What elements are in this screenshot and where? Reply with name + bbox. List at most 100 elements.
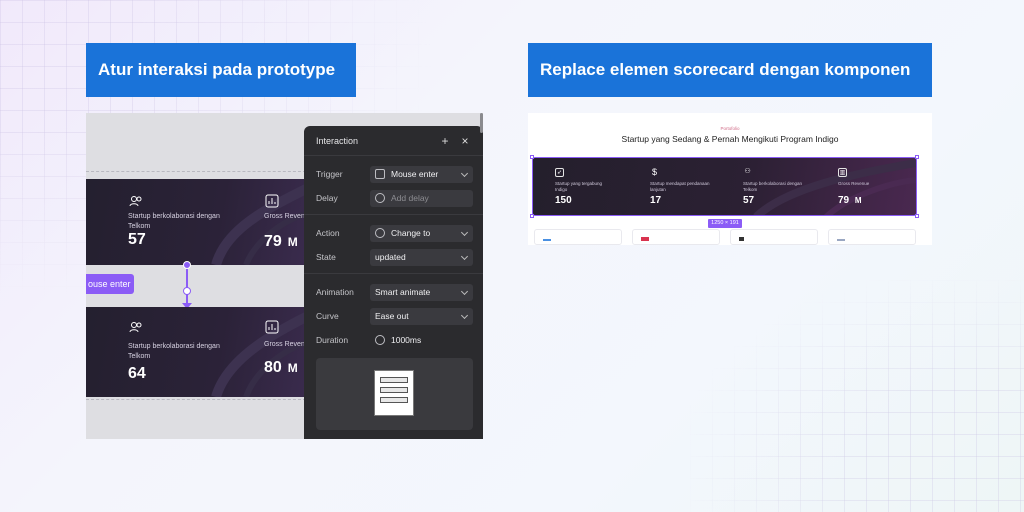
add-connection-icon[interactable] bbox=[183, 287, 191, 295]
chevron-down-icon bbox=[460, 228, 469, 236]
revenue-unit: M bbox=[287, 235, 298, 249]
logo-icon bbox=[641, 237, 649, 241]
section-title: Startup yang Sedang & Pernah Mengikuti P… bbox=[621, 134, 839, 144]
users-icon: ⚇ bbox=[744, 168, 751, 175]
action-value: Change to bbox=[391, 228, 431, 238]
score-item: ➶ Startup yang tergabung Indigo 150 bbox=[555, 168, 615, 206]
chart-icon: ▥ bbox=[838, 168, 847, 177]
duration-value: 1000ms bbox=[391, 335, 422, 345]
curve-select[interactable]: Ease out bbox=[370, 307, 473, 325]
score-label: Startup mendapat pendanaan lanjutan bbox=[650, 181, 710, 192]
score-item: ▥ Gross Revenue 79 M bbox=[838, 168, 898, 206]
animation-section: Animation Smart animate Curve Ease out D… bbox=[304, 274, 483, 434]
card-value-revenue: 80 M bbox=[264, 359, 298, 377]
banner-left: Atur interaksi pada prototype bbox=[86, 43, 356, 97]
chevron-down-icon bbox=[460, 169, 469, 177]
design-canvas: Portofolio Startup yang Sedang & Pernah … bbox=[528, 113, 932, 245]
interaction-panel: Interaction + × Trigger Mouse enter Dela… bbox=[304, 126, 483, 439]
score-item: $ Startup mendapat pendanaan lanjutan 17 bbox=[650, 168, 710, 207]
duration-label: Duration bbox=[316, 335, 349, 345]
state-select[interactable]: updated bbox=[370, 248, 473, 266]
delay-label: Delay bbox=[316, 193, 338, 203]
state-row: State updated bbox=[304, 245, 483, 269]
card-value-revenue: 79 M bbox=[264, 233, 298, 251]
chart-icon bbox=[265, 320, 279, 334]
preview-bar bbox=[380, 377, 408, 383]
animation-preview bbox=[316, 358, 473, 430]
delay-placeholder: Add delay bbox=[391, 193, 429, 203]
action-row: Action Change to bbox=[304, 221, 483, 245]
users-icon bbox=[129, 196, 142, 207]
swap-icon bbox=[375, 228, 385, 238]
card-label: Startup berkolaborasi dengan Telkom bbox=[128, 343, 220, 360]
curve-value: Ease out bbox=[375, 311, 409, 321]
resize-handle[interactable] bbox=[530, 155, 534, 159]
connector-start-dot[interactable] bbox=[183, 261, 191, 269]
action-select[interactable]: Change to bbox=[370, 224, 473, 242]
portfolio-card[interactable] bbox=[632, 229, 720, 245]
portfolio-card[interactable] bbox=[828, 229, 916, 245]
action-label: Action bbox=[316, 228, 340, 238]
trigger-select[interactable]: Mouse enter bbox=[370, 165, 473, 183]
curve-row: Curve Ease out bbox=[304, 304, 483, 328]
revenue-unit: M bbox=[287, 361, 298, 375]
banner-left-text: Atur interaksi pada prototype bbox=[98, 60, 336, 79]
prototype-canvas: Startup berkolaborasi dengan Telkom 57 G… bbox=[86, 113, 483, 439]
trigger-row: Trigger Mouse enter bbox=[304, 162, 483, 186]
delay-row: Delay Add delay bbox=[304, 186, 483, 210]
preview-bar bbox=[380, 397, 408, 403]
rocket-icon: ➶ bbox=[555, 168, 564, 177]
animation-value: Smart animate bbox=[375, 287, 431, 297]
score-unit: M bbox=[854, 196, 862, 205]
revenue-number: 80 bbox=[264, 359, 282, 376]
chart-icon bbox=[265, 194, 279, 208]
resize-handle[interactable] bbox=[915, 214, 919, 218]
resize-handle[interactable] bbox=[530, 214, 534, 218]
action-section: Action Change to State updated bbox=[304, 215, 483, 274]
chevron-down-icon bbox=[460, 252, 469, 260]
prototype-connector[interactable] bbox=[186, 263, 188, 308]
resize-handle[interactable] bbox=[915, 155, 919, 159]
score-value: 57 bbox=[743, 195, 755, 206]
preview-bar bbox=[380, 387, 408, 393]
card-label-revenue: Gross Revenu bbox=[264, 213, 306, 220]
portfolio-card[interactable] bbox=[534, 229, 622, 245]
trigger-label: Trigger bbox=[316, 169, 343, 179]
score-number: 79 bbox=[838, 195, 850, 206]
add-icon[interactable]: + bbox=[439, 135, 451, 147]
trigger-tag[interactable]: ouse enter bbox=[86, 274, 134, 294]
revenue-number: 79 bbox=[264, 233, 282, 250]
card-label-revenue: Gross Revenu bbox=[264, 341, 306, 348]
duration-input[interactable]: 1000ms bbox=[370, 332, 473, 349]
banner-right: Replace elemen scorecard dengan komponen bbox=[528, 43, 932, 97]
scrollbar[interactable] bbox=[480, 113, 483, 133]
section-eyebrow: Portofolio bbox=[720, 126, 740, 131]
animation-select[interactable]: Smart animate bbox=[370, 283, 473, 301]
logo-icon bbox=[543, 239, 551, 241]
portfolio-card[interactable] bbox=[730, 229, 818, 245]
animation-row: Animation Smart animate bbox=[304, 280, 483, 304]
trigger-section: Trigger Mouse enter Delay Add delay bbox=[304, 156, 483, 215]
score-value: 17 bbox=[650, 195, 662, 206]
scorecard-frame-default[interactable]: Startup berkolaborasi dengan Telkom 57 G… bbox=[86, 179, 306, 265]
frame-dashed-border bbox=[86, 399, 306, 400]
score-label: Gross Revenue bbox=[838, 181, 870, 186]
interaction-title: Interaction bbox=[316, 135, 359, 146]
trigger-icon bbox=[375, 169, 385, 179]
clock-icon bbox=[375, 335, 385, 345]
score-value: 79 M bbox=[838, 195, 898, 206]
chevron-down-icon bbox=[460, 287, 469, 295]
banner-right-text: Replace elemen scorecard dengan komponen bbox=[540, 60, 911, 79]
state-label: State bbox=[316, 252, 336, 262]
score-label: Startup yang tergabung Indigo bbox=[555, 181, 603, 192]
interaction-header: Interaction + × bbox=[304, 126, 483, 156]
scorecard-frame-updated[interactable]: Startup berkolaborasi dengan Telkom 64 G… bbox=[86, 307, 306, 397]
logo-icon bbox=[837, 239, 845, 241]
logo-icon bbox=[739, 237, 744, 241]
delay-input[interactable]: Add delay bbox=[370, 189, 473, 207]
chevron-down-icon bbox=[460, 311, 469, 319]
card-label: Startup berkolaborasi dengan Telkom bbox=[128, 213, 220, 230]
close-icon[interactable]: × bbox=[459, 135, 471, 147]
scorecard-component[interactable]: ➶ Startup yang tergabung Indigo 150 $ St… bbox=[532, 157, 917, 216]
card-value: 57 bbox=[128, 231, 146, 248]
